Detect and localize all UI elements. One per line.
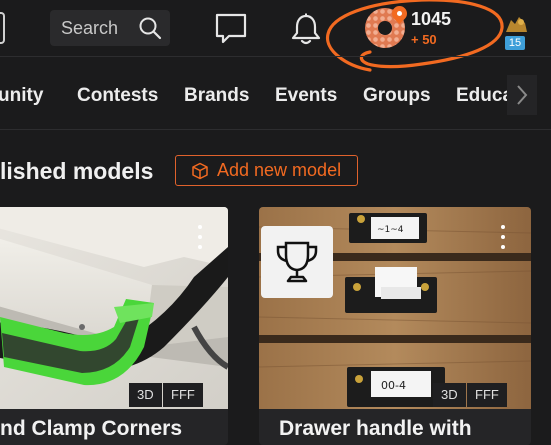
- trophy-icon: [261, 226, 333, 298]
- add-new-model-label: Add new model: [217, 160, 342, 180]
- bell-icon[interactable]: [289, 12, 323, 46]
- search-icon[interactable]: [138, 16, 162, 40]
- add-new-model-button[interactable]: Add new model: [175, 155, 358, 186]
- card-title[interactable]: Drawer handle with: [279, 417, 472, 441]
- nav-item-community[interactable]: unity: [0, 85, 43, 107]
- svg-text:~1~4: ~1~4: [377, 225, 404, 235]
- card-title[interactable]: nd Clamp Corners: [0, 417, 182, 441]
- nav-item-brands[interactable]: Brands: [184, 85, 249, 107]
- search-box[interactable]: Search: [50, 10, 170, 46]
- card-menu-icon[interactable]: [500, 225, 506, 249]
- search-input[interactable]: Search: [61, 18, 118, 39]
- tag-3d: 3D: [129, 383, 162, 407]
- tag-fff: FFF: [163, 383, 203, 407]
- menu-button[interactable]: [0, 12, 5, 44]
- chevron-right-icon: [517, 85, 528, 105]
- user-avatar[interactable]: [503, 14, 529, 36]
- points-count[interactable]: 1045: [411, 9, 451, 30]
- tag-3d: 3D: [433, 383, 466, 407]
- nav-item-contests[interactable]: Contests: [77, 85, 158, 107]
- model-photo: [0, 207, 228, 409]
- model-card[interactable]: ~1~4 00-4 3D FFF Drawer handle with: [259, 207, 531, 445]
- chat-icon[interactable]: [214, 12, 248, 46]
- nav-item-education[interactable]: Educa: [456, 85, 513, 107]
- nav-scroll-right-button[interactable]: [507, 75, 537, 115]
- model-thumbnail[interactable]: [0, 207, 228, 409]
- svg-text:00-4: 00-4: [381, 379, 406, 392]
- model-card[interactable]: 3D FFF nd Clamp Corners: [0, 207, 228, 445]
- nav-item-groups[interactable]: Groups: [363, 85, 431, 107]
- category-nav: unity Contests Brands Events Groups Educ…: [0, 56, 551, 130]
- tag-fff: FFF: [467, 383, 507, 407]
- points-delta: + 50: [411, 32, 437, 47]
- level-badge: 15: [505, 36, 525, 50]
- top-bar: Search 1045 + 50 15: [0, 0, 551, 72]
- card-menu-icon[interactable]: [197, 225, 203, 249]
- nav-item-events[interactable]: Events: [275, 85, 337, 107]
- cube-icon: [192, 162, 208, 179]
- section-title: lished models: [0, 158, 154, 184]
